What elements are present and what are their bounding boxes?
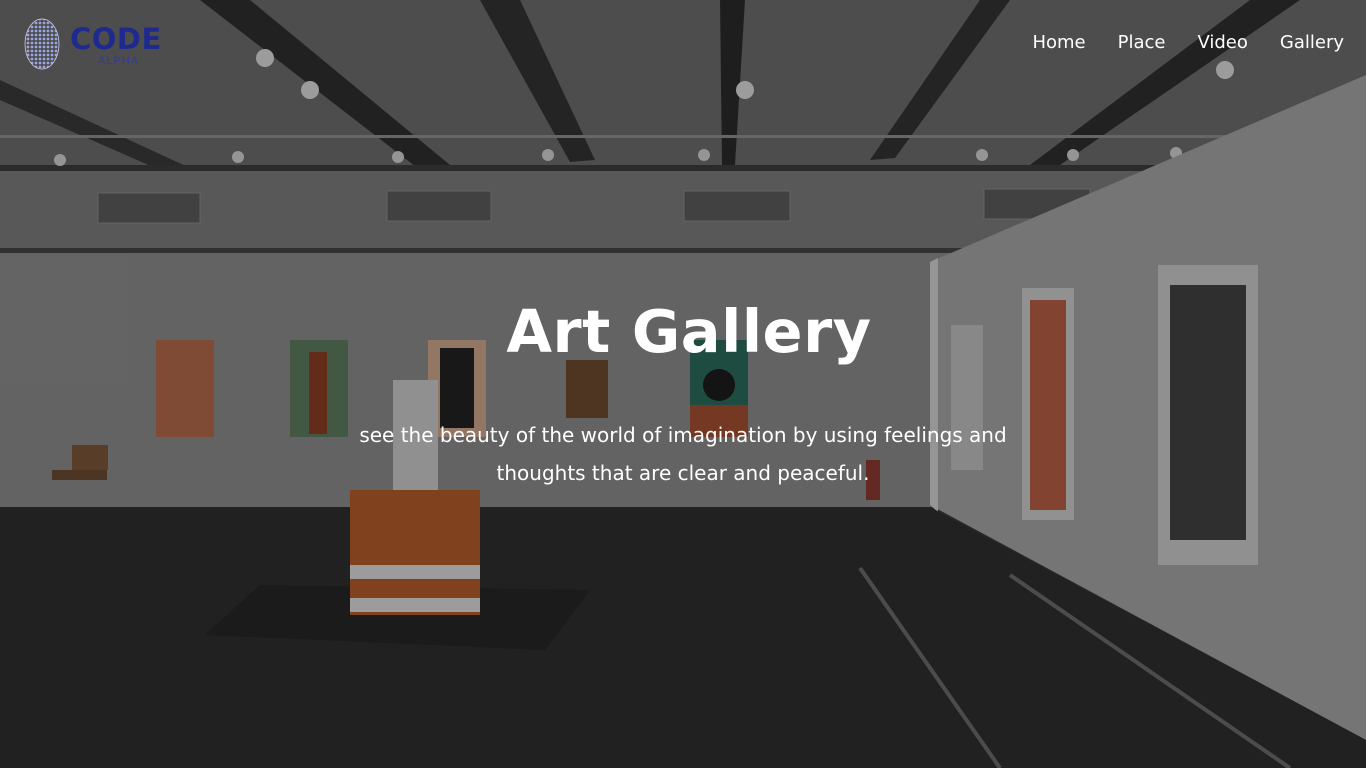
globe-dots-icon: [24, 18, 60, 70]
nav-link-gallery[interactable]: Gallery: [1280, 32, 1344, 53]
nav-link-place[interactable]: Place: [1118, 32, 1166, 53]
logo-title: CODE: [70, 22, 162, 56]
nav-link-video[interactable]: Video: [1197, 32, 1247, 53]
hero-content: Art Gallery see the beauty of the world …: [333, 296, 1033, 492]
top-navbar: CODE ALPHA Home Place Video Gallery: [0, 0, 1366, 90]
nav-link-home[interactable]: Home: [1032, 32, 1085, 53]
nav-links: Home Place Video Gallery: [1032, 32, 1344, 53]
logo[interactable]: CODE ALPHA: [22, 16, 172, 72]
hero-title: Art Gallery: [506, 297, 872, 366]
logo-subtitle: ALPHA: [98, 55, 140, 67]
hero-section: CODE ALPHA Home Place Video Gallery Art …: [0, 0, 1366, 768]
hero-subtitle: see the beauty of the world of imaginati…: [359, 423, 1007, 485]
